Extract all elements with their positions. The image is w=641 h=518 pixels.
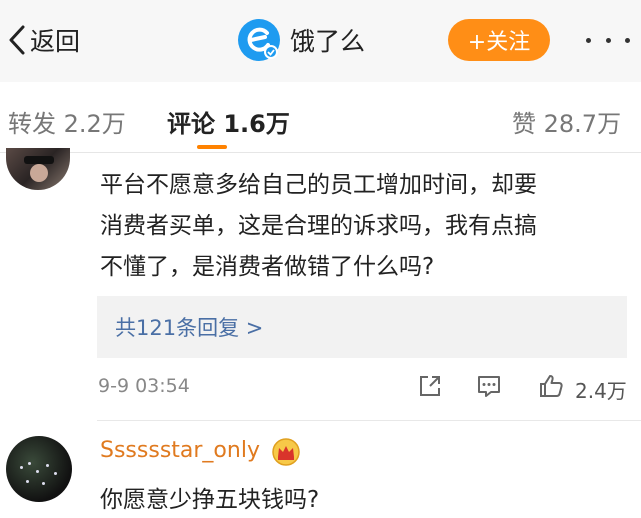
top-bar: 返回 饿了么 +关注: [0, 0, 641, 82]
comment-body: 平台不愿意多给自己的员工增加时间，却要 消费者买单，这是合理的诉求吗，我有点搞 …: [100, 165, 620, 288]
page-title: 饿了么: [238, 18, 365, 62]
tab-comments[interactable]: 评论 1.6万: [167, 104, 290, 139]
tab-likes[interactable]: 赞 28.7万: [512, 104, 621, 139]
comment-body: 你愿意少挣五块钱吗?: [100, 487, 320, 513]
follow-button[interactable]: +关注: [448, 19, 550, 61]
tab-bar: 转发 2.2万 评论 1.6万 赞 28.7万: [0, 82, 641, 153]
comment-icon[interactable]: [475, 372, 503, 404]
thumbs-up-icon[interactable]: [537, 372, 565, 404]
chevron-left-icon: [9, 25, 25, 55]
back-button[interactable]: 返回: [6, 22, 80, 58]
like-count: 2.4万: [575, 379, 627, 403]
comment-line: 消费者买单，这是合理的诉求吗，我有点搞: [100, 213, 537, 239]
tab-reposts[interactable]: 转发 2.2万: [8, 104, 126, 139]
active-tab-indicator: [197, 145, 227, 149]
comment-divider: [97, 420, 641, 421]
comment-line: 平台不愿意多给自己的员工增加时间，却要: [100, 172, 537, 198]
comment-timestamp: 9-9 03:54: [98, 375, 190, 397]
avatar[interactable]: [6, 148, 70, 190]
comment-username[interactable]: Sssssstar_only: [100, 438, 260, 463]
more-dots-icon[interactable]: [586, 30, 630, 50]
share-icon[interactable]: [416, 372, 444, 404]
avatar[interactable]: [6, 436, 72, 502]
eleme-logo-icon: [238, 19, 280, 61]
replies-count-label: 共121条回复 >: [115, 316, 264, 340]
account-name: 饿了么: [290, 27, 366, 56]
view-replies-button[interactable]: 共121条回复 >: [97, 296, 627, 358]
back-label: 返回: [30, 27, 81, 56]
comment-line: 不懂了，是消费者做错了什么吗?: [100, 254, 435, 280]
crown-badge-icon: [272, 438, 300, 466]
